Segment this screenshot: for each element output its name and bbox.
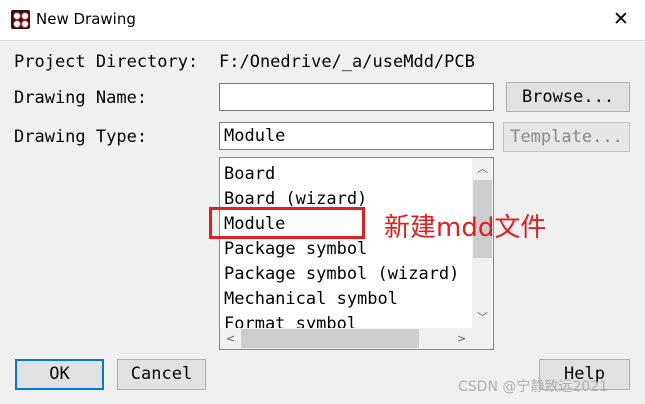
- browse-button[interactable]: Browse...: [506, 82, 630, 112]
- list-item-package-symbol[interactable]: Package symbol: [224, 237, 367, 262]
- project-directory-value: F:/Onedrive/_a/useMdd/PCB: [219, 52, 475, 72]
- cancel-button[interactable]: Cancel: [117, 359, 206, 390]
- drawing-name-label: Drawing Name:: [14, 88, 148, 108]
- list-item-format-symbol[interactable]: Format symbol: [224, 312, 357, 329]
- ok-button[interactable]: OK: [15, 359, 104, 390]
- annotation-highlight-box: [209, 207, 365, 239]
- scroll-right-icon[interactable]: >: [451, 328, 472, 349]
- close-icon[interactable]: ✕: [611, 8, 631, 30]
- drawing-name-input[interactable]: [219, 83, 494, 111]
- scroll-up-icon[interactable]: ︿: [472, 158, 493, 179]
- drawing-type-label: Drawing Type:: [14, 127, 148, 147]
- list-item-board[interactable]: Board: [224, 162, 275, 187]
- scroll-down-icon[interactable]: ﹀: [472, 307, 493, 328]
- scroll-corner: [472, 328, 493, 349]
- list-item-package-symbol-wizard[interactable]: Package symbol (wizard): [224, 262, 459, 287]
- scroll-left-icon[interactable]: <: [220, 328, 241, 349]
- template-button[interactable]: Template...: [503, 122, 630, 152]
- watermark-text: CSDN @宁静致远2021: [458, 379, 608, 395]
- list-item-mechanical-symbol[interactable]: Mechanical symbol: [224, 287, 398, 312]
- annotation-text: 新建mdd文件: [384, 213, 547, 243]
- horizontal-scroll-thumb[interactable]: [241, 329, 419, 348]
- horizontal-scrollbar[interactable]: < >: [220, 328, 472, 349]
- drawing-type-list[interactable]: Board Board (wizard) Module Package symb…: [219, 157, 494, 350]
- app-icon: [11, 10, 30, 29]
- title-bar: New Drawing ✕: [0, 0, 645, 41]
- drawing-type-field[interactable]: Module: [219, 122, 494, 150]
- project-directory-label: Project Directory:: [14, 52, 199, 72]
- window-title: New Drawing: [36, 10, 136, 28]
